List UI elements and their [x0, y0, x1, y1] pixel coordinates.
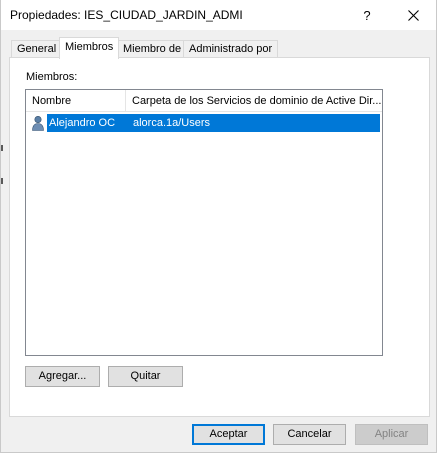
properties-dialog: Propiedades: IES_CIUDAD_JARDIN_ADMI ? Ge…	[0, 0, 437, 453]
tab-label: Miembros	[65, 41, 114, 53]
remove-button[interactable]: Quitar	[108, 366, 183, 387]
tab-label: General	[17, 43, 57, 55]
edge-mark	[1, 145, 3, 151]
list-item[interactable]: Alejandro OC alorca.1a/Users	[27, 114, 380, 132]
tab-label: Miembro de	[123, 43, 182, 55]
tab-miembro-de[interactable]: Miembro de	[117, 40, 188, 58]
member-folder: alorca.1a/Users	[127, 114, 380, 132]
members-list[interactable]: Nombre Carpeta de los Servicios de domin…	[25, 89, 383, 356]
column-header-nombre[interactable]: Nombre	[26, 90, 126, 112]
tab-panel-miembros: Miembros: Nombre Carpeta de los Servicio…	[9, 57, 430, 417]
cancel-button[interactable]: Cancelar	[273, 424, 346, 445]
list-header: Nombre Carpeta de los Servicios de domin…	[26, 90, 382, 112]
ok-button[interactable]: Aceptar	[192, 424, 265, 445]
title-bar: Propiedades: IES_CIUDAD_JARDIN_ADMI ?	[1, 0, 436, 30]
member-name: Alejandro OC	[47, 114, 127, 132]
close-button[interactable]	[390, 0, 436, 30]
apply-button[interactable]: Aplicar	[355, 424, 428, 445]
help-label: ?	[363, 7, 371, 23]
tab-label: Administrado por	[189, 43, 273, 55]
tab-general[interactable]: General	[11, 40, 63, 58]
tab-administrado-por[interactable]: Administrado por	[183, 40, 279, 58]
tab-miembros[interactable]: Miembros	[59, 37, 120, 59]
help-button[interactable]: ?	[344, 0, 390, 30]
edge-mark	[1, 178, 3, 184]
user-icon	[32, 115, 44, 131]
members-label: Miembros:	[26, 71, 78, 83]
add-button[interactable]: Agregar...	[25, 366, 100, 387]
window-title: Propiedades: IES_CIUDAD_JARDIN_ADMI	[10, 8, 243, 22]
column-header-carpeta[interactable]: Carpeta de los Servicios de dominio de A…	[126, 90, 382, 112]
close-icon	[407, 9, 419, 21]
